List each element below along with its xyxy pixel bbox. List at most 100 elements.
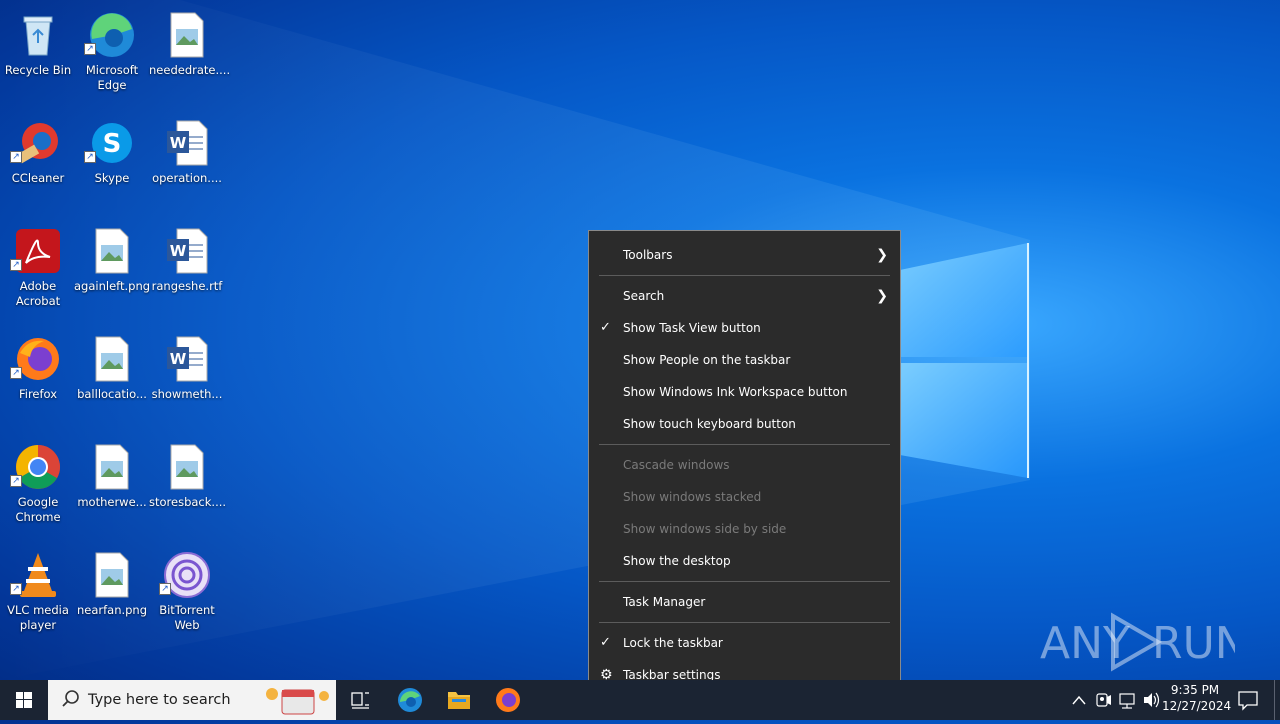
desktop-icon-label: Firefox (18, 387, 58, 401)
desktop-icon-rangeshe-rtf[interactable]: Wrangeshe.rtf (149, 221, 225, 321)
desktop-icon-label: VLC media player (7, 603, 69, 632)
svg-text:W: W (170, 134, 187, 152)
menu-item-show-ink-workspace[interactable]: Show Windows Ink Workspace button (589, 377, 900, 407)
menu-item-label: Show windows side by side (623, 522, 787, 536)
show-desktop-strip[interactable] (1274, 680, 1275, 720)
checkmark-icon: ✓ (600, 635, 611, 650)
folder-icon (448, 692, 470, 709)
desktop-icon-label: againleft.png (74, 279, 151, 293)
desktop-icon-label: neededrate.... (149, 63, 231, 77)
desktop-icon-motherwe[interactable]: motherwe... (74, 437, 150, 537)
shortcut-arrow-icon: ↗ (84, 43, 96, 55)
shortcut-arrow-icon: ↗ (159, 583, 171, 595)
shortcut-arrow-icon: ↗ (10, 367, 22, 379)
taskbar-firefox-button[interactable] (484, 680, 532, 720)
clock[interactable]: 9:35 PM 12/27/2024 (1162, 683, 1232, 713)
taskbar: Type here to search 9:35 PM 12/27/2024 (0, 680, 1280, 720)
menu-item-label: Cascade windows (623, 458, 730, 472)
desktop-icon-storesback[interactable]: storesback.... (149, 437, 227, 537)
shortcut-arrow-icon: ↗ (10, 151, 22, 163)
word-document-icon: W (163, 119, 211, 167)
volume-icon[interactable] (1140, 680, 1162, 720)
menu-item-label: Toolbars (623, 248, 673, 262)
menu-item-label: Lock the taskbar (623, 636, 723, 650)
desktop-icon-nearfan-png[interactable]: nearfan.png (74, 545, 150, 645)
network-icon[interactable] (1116, 680, 1138, 720)
firefox-icon (496, 688, 520, 712)
checkmark-icon: ✓ (600, 320, 611, 335)
menu-item-show-task-view[interactable]: ✓ Show Task View button (589, 313, 900, 343)
desktop-icon-label: Recycle Bin (4, 63, 72, 77)
menu-item-show-touch-keyboard[interactable]: Show touch keyboard button (589, 409, 900, 439)
image-file-icon (88, 443, 136, 491)
menu-separator (599, 275, 890, 276)
desktop-icon-bittorrent-web[interactable]: ↗ BitTorrent Web (149, 545, 225, 645)
start-button[interactable] (0, 680, 48, 720)
chevron-right-icon: ❯ (876, 288, 888, 304)
chevron-up-icon[interactable] (1069, 680, 1089, 720)
desktop-icon-label: nearfan.png (76, 603, 148, 617)
word-document-icon: W (163, 335, 211, 383)
search-icon (62, 690, 79, 707)
taskbar-context-menu: Toolbars ❯ Search ❯ ✓ Show Task View but… (588, 230, 901, 700)
desktop-icon-label: storesback.... (149, 495, 227, 509)
word-document-icon: W (163, 227, 211, 275)
desktop-icon-againleft-png[interactable]: againleft.png (74, 221, 150, 321)
shortcut-arrow-icon: ↗ (10, 259, 22, 271)
image-file-icon (163, 11, 211, 59)
task-view-button[interactable] (336, 680, 384, 720)
desktop-icon-label: Microsoft Edge (85, 63, 139, 92)
menu-item-show-desktop[interactable]: Show the desktop (589, 546, 900, 576)
desktop-icon-ccleaner[interactable]: ↗ CCleaner (0, 113, 76, 213)
shortcut-arrow-icon: ↗ (10, 475, 22, 487)
desktop-icon-label: motherwe... (77, 495, 147, 509)
desktop-icon-balllocatio[interactable]: balllocatio... (74, 329, 150, 429)
menu-item-search[interactable]: Search ❯ (589, 281, 900, 311)
desktop-icon-label: rangeshe.rtf (151, 279, 223, 293)
desktop-icon-operation[interactable]: Woperation.... (149, 113, 225, 213)
desktop-icon-adobe-acrobat[interactable]: ↗ Adobe Acrobat (0, 221, 76, 321)
shortcut-arrow-icon: ↗ (10, 583, 22, 595)
desktop-icon-microsoft-edge[interactable]: ↗ Microsoft Edge (74, 5, 150, 105)
desktop-icon-neededrate[interactable]: neededrate.... (149, 5, 231, 105)
desktop-icon-label: balllocatio... (77, 387, 147, 401)
image-file-icon (88, 227, 136, 275)
svg-text:W: W (170, 350, 187, 368)
desktop-icon-label: Google Chrome (15, 495, 61, 524)
taskbar-edge-button[interactable] (386, 680, 434, 720)
meet-now-icon[interactable] (1093, 680, 1113, 720)
image-file-icon (163, 443, 211, 491)
menu-item-task-manager[interactable]: Task Manager (589, 587, 900, 617)
menu-item-toolbars[interactable]: Toolbars ❯ (589, 240, 900, 270)
windows-logo-icon (16, 692, 32, 708)
desktop-icon-label: Skype (94, 171, 130, 185)
desktop-icon-recycle-bin[interactable]: Recycle Bin (0, 5, 76, 105)
menu-separator (599, 444, 890, 445)
menu-item-label: Show touch keyboard button (623, 417, 796, 431)
desktop-icon-label: showmeth... (151, 387, 223, 401)
recycle-bin-icon (14, 11, 62, 59)
desktop-icon-vlc-media-player[interactable]: ↗ VLC media player (0, 545, 76, 645)
desktop-icon-google-chrome[interactable]: ↗ Google Chrome (0, 437, 76, 537)
desktop-icon-firefox[interactable]: ↗ Firefox (0, 329, 76, 429)
desktop-icon-showmeth[interactable]: Wshowmeth... (149, 329, 225, 429)
desktop-icon-skype[interactable]: S ↗ Skype (74, 113, 150, 213)
menu-item-windows-side-by-side: Show windows side by side (589, 514, 900, 544)
watermark-run-text: RUN (1152, 618, 1235, 669)
menu-item-label: Task Manager (623, 595, 706, 609)
notification-center-icon[interactable] (1233, 680, 1263, 720)
desktop-icon-label: Adobe Acrobat (15, 279, 61, 308)
search-placeholder: Type here to search (88, 692, 231, 708)
watermark-any-text: ANY (1040, 618, 1130, 669)
taskbar-file-explorer-button[interactable] (435, 680, 483, 720)
chevron-right-icon: ❯ (876, 247, 888, 263)
anyrun-watermark: ANY RUN (1040, 612, 1235, 672)
menu-item-label: Search (623, 289, 665, 303)
taskbar-search-box[interactable]: Type here to search (48, 680, 336, 720)
menu-item-label: Show Windows Ink Workspace button (623, 385, 848, 399)
menu-item-label: Show windows stacked (623, 490, 762, 504)
menu-item-show-people[interactable]: Show People on the taskbar (589, 345, 900, 375)
svg-text:S: S (103, 129, 122, 159)
clock-date: 12/27/2024 (1162, 699, 1232, 713)
menu-item-lock-taskbar[interactable]: ✓ Lock the taskbar (589, 628, 900, 658)
